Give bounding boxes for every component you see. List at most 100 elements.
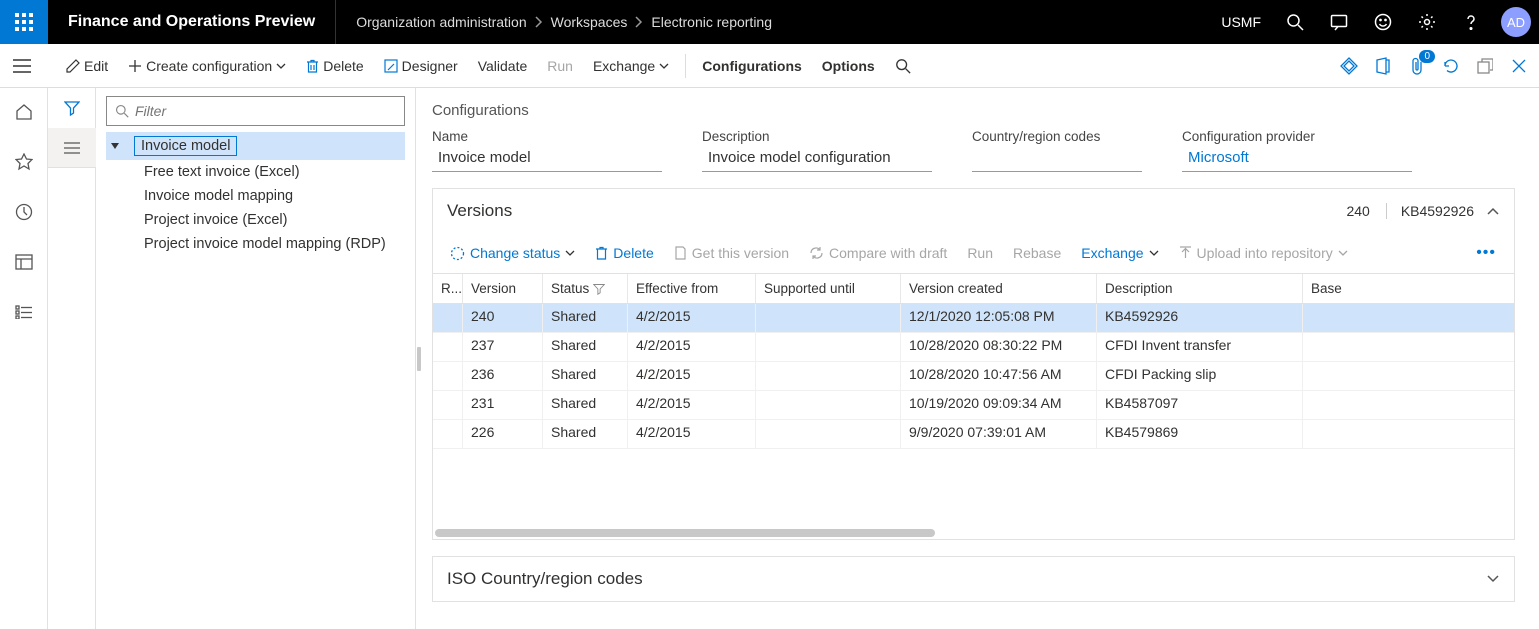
column-header[interactable]: Status [543, 274, 628, 303]
run-button: Run [537, 50, 583, 82]
create-configuration-button[interactable]: Create configuration [118, 50, 296, 82]
attachments-icon[interactable]: 0 [1403, 52, 1431, 80]
delete-version-button[interactable]: Delete [586, 237, 662, 269]
rebase-button: Rebase [1004, 237, 1070, 269]
tree-child-item[interactable]: Free text invoice (Excel) [106, 160, 405, 184]
column-header[interactable]: R... [433, 274, 463, 303]
validate-button[interactable]: Validate [468, 50, 538, 82]
chevron-down-icon [659, 63, 669, 69]
column-header[interactable]: Version [463, 274, 543, 303]
edit-button[interactable]: Edit [56, 50, 118, 82]
tree-child-item[interactable]: Project invoice model mapping (RDP) [106, 232, 405, 256]
column-header[interactable]: Version created [901, 274, 1097, 303]
smiley-icon[interactable] [1361, 0, 1405, 44]
diamond-icon[interactable] [1335, 52, 1363, 80]
hamburger-button[interactable] [0, 44, 44, 88]
panel-summary: 240 KB4592926 [1332, 203, 1474, 219]
filter-rail [48, 88, 96, 629]
filter-icon [593, 283, 605, 295]
field-label: Name [432, 129, 662, 144]
close-icon[interactable] [1505, 52, 1533, 80]
designer-button[interactable]: Designer [374, 50, 468, 82]
search-icon [895, 58, 911, 74]
nav-rail [0, 88, 48, 629]
home-icon[interactable] [0, 98, 48, 126]
splitter[interactable] [416, 88, 422, 629]
exchange-version-button[interactable]: Exchange [1072, 237, 1167, 269]
favorites-icon[interactable] [0, 148, 48, 176]
breadcrumb-item[interactable]: Workspaces [551, 14, 628, 30]
search-icon[interactable] [1273, 0, 1317, 44]
tree-root-item[interactable]: Invoice model [106, 132, 405, 160]
search-icon [115, 104, 129, 118]
upload-icon [1179, 246, 1192, 260]
horizontal-scrollbar[interactable] [433, 529, 1514, 539]
table-row[interactable]: 226Shared4/2/20159/9/2020 07:39:01 AMKB4… [433, 420, 1514, 449]
field-label: Description [702, 129, 932, 144]
modules-icon[interactable] [0, 298, 48, 326]
company-selector[interactable]: USMF [1209, 14, 1273, 30]
recent-icon[interactable] [0, 198, 48, 226]
provider-value[interactable]: Microsoft [1182, 146, 1412, 172]
tree-child-item[interactable]: Invoice model mapping [106, 184, 405, 208]
chevron-down-icon [565, 250, 575, 256]
help-icon[interactable] [1449, 0, 1493, 44]
run-version-button: Run [958, 237, 1002, 269]
refresh-icon[interactable] [1437, 52, 1465, 80]
chevron-down-icon [1338, 250, 1348, 256]
search-button[interactable] [885, 50, 921, 82]
description-value[interactable]: Invoice model configuration [702, 146, 932, 172]
summary-version: 240 [1332, 203, 1369, 219]
messages-icon[interactable] [1317, 0, 1361, 44]
column-header[interactable]: Base [1303, 274, 1514, 303]
grid-header: R... Version Status Effective from Suppo… [433, 274, 1514, 304]
table-row[interactable]: 240Shared4/2/201512/1/2020 12:05:08 PMKB… [433, 304, 1514, 333]
iso-panel: ISO Country/region codes [432, 556, 1515, 602]
exchange-button[interactable]: Exchange [583, 50, 679, 82]
table-row[interactable]: 237Shared4/2/201510/28/2020 08:30:22 PMC… [433, 333, 1514, 362]
name-value[interactable]: Invoice model [432, 146, 662, 172]
app-title: Finance and Operations Preview [48, 0, 336, 44]
document-icon [674, 246, 687, 260]
get-version-button: Get this version [665, 237, 798, 269]
more-actions-button[interactable]: ••• [1466, 244, 1506, 262]
description-field: Description Invoice model configuration [702, 129, 932, 172]
tree-child-item[interactable]: Project invoice (Excel) [106, 208, 405, 232]
delete-button[interactable]: Delete [296, 50, 373, 82]
column-header[interactable]: Effective from [628, 274, 756, 303]
office-icon[interactable] [1369, 52, 1397, 80]
compare-button: Compare with draft [800, 237, 956, 269]
designer-icon [384, 59, 398, 73]
filter-input[interactable] [135, 103, 396, 119]
column-header[interactable]: Description [1097, 274, 1303, 303]
breadcrumb-item[interactable]: Electronic reporting [651, 14, 772, 30]
chevron-down-icon[interactable] [1486, 574, 1500, 584]
configurations-tab[interactable]: Configurations [692, 50, 812, 82]
field-label: Configuration provider [1182, 129, 1412, 144]
expand-collapse-icon[interactable] [110, 141, 120, 151]
iso-header[interactable]: ISO Country/region codes [433, 557, 1514, 601]
app-launcher-button[interactable] [0, 0, 48, 44]
column-header[interactable]: Supported until [756, 274, 901, 303]
avatar[interactable]: AD [1501, 7, 1531, 37]
list-icon[interactable] [48, 128, 96, 168]
plus-icon [128, 59, 142, 73]
breadcrumb-item[interactable]: Organization administration [356, 14, 526, 30]
table-row[interactable]: 236Shared4/2/201510/28/2020 10:47:56 AMC… [433, 362, 1514, 391]
gear-icon[interactable] [1405, 0, 1449, 44]
options-tab[interactable]: Options [812, 50, 885, 82]
summary-kb: KB4592926 [1386, 203, 1474, 219]
status-icon [450, 246, 465, 261]
compare-icon [809, 246, 824, 260]
table-row[interactable]: 231Shared4/2/201510/19/2020 09:09:34 AMK… [433, 391, 1514, 420]
chevron-up-icon[interactable] [1486, 206, 1500, 216]
workspaces-icon[interactable] [0, 248, 48, 276]
chevron-down-icon [276, 63, 286, 69]
region-value[interactable] [972, 146, 1142, 172]
change-status-button[interactable]: Change status [441, 237, 584, 269]
filter-icon[interactable] [48, 88, 96, 128]
popout-icon[interactable] [1471, 52, 1499, 80]
versions-header[interactable]: Versions 240 KB4592926 [433, 189, 1514, 233]
filter-box[interactable] [106, 96, 405, 126]
trash-icon [306, 59, 319, 73]
